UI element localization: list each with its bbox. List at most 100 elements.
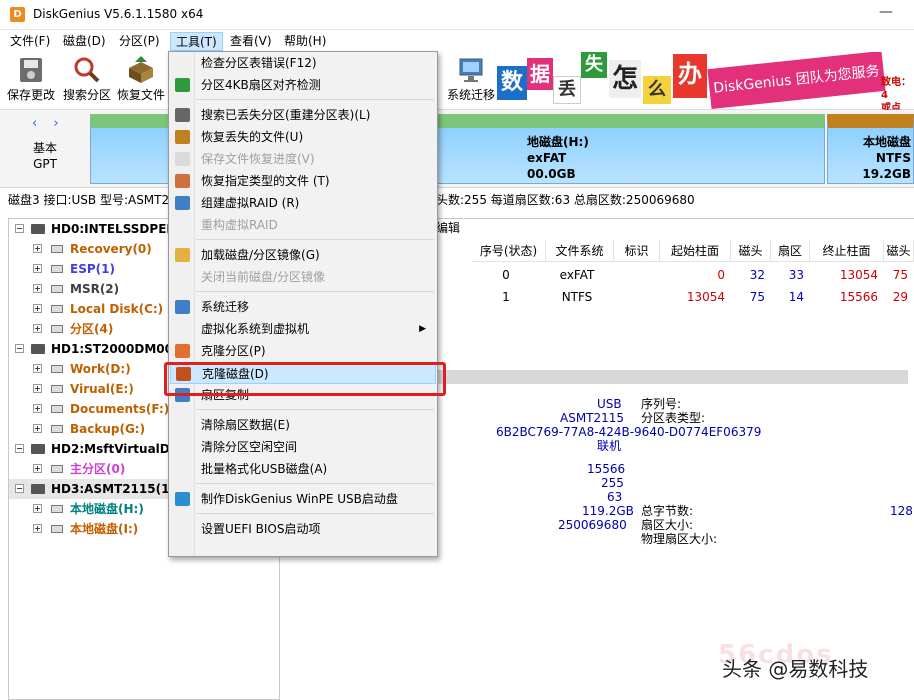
table-column-header[interactable]: 起始柱面 [660, 240, 731, 262]
table-cell [614, 286, 654, 308]
partition-name: 地磁盘(H:) [527, 135, 589, 149]
watermark-text: 头条 @易数科技 [722, 657, 869, 681]
menu-item: 关闭当前磁盘/分区镜像 [170, 266, 436, 288]
save-changes-button[interactable]: 保存更改 [2, 56, 60, 106]
menu-tools[interactable]: 工具(T) [170, 32, 223, 51]
menu-item[interactable]: 系统迁移 [170, 296, 436, 318]
partition-icon [51, 425, 63, 433]
table-column-header[interactable]: 磁头 [884, 240, 914, 262]
menu-disk[interactable]: 磁盘(D) [58, 32, 111, 51]
menu-help[interactable]: 帮助(H) [279, 32, 331, 51]
minimize-button[interactable]: — [876, 4, 896, 24]
expand-icon[interactable]: + [33, 364, 42, 373]
search-partition-button[interactable]: 搜索分区 [58, 56, 116, 106]
expand-icon[interactable]: + [33, 264, 42, 273]
detail-serial-label: 序列号: [641, 397, 682, 411]
panel-divider [436, 370, 908, 384]
menu-item-label: 克隆分区(P) [201, 344, 266, 358]
menu-item[interactable]: 批量格式化USB磁盘(A) [170, 458, 436, 480]
table-cell: NTFS [561, 290, 593, 304]
collapse-icon[interactable]: − [15, 224, 24, 233]
disk-nav-arrows[interactable]: ‹ › [32, 116, 65, 131]
banner-tile: 怎 [609, 60, 641, 98]
expand-icon[interactable]: + [33, 524, 42, 533]
submenu-arrow-icon: ▶ [419, 324, 426, 334]
promo-banner[interactable]: 数 据 丢 失 怎 么 办 DiskGenius 团队为您服务 致电：4 或点 [497, 52, 914, 110]
disk-type-line: 基本 [32, 141, 57, 155]
partition-icon [51, 285, 63, 293]
partition-fs: exFAT [527, 151, 567, 165]
menu-item[interactable]: 克隆分区(P) [170, 340, 436, 362]
tab-edit[interactable]: 编辑 [436, 218, 460, 238]
filetype-icon [175, 174, 190, 188]
tree-item-label: HD0:INTELSSDPEKK [51, 222, 185, 236]
menu-item[interactable]: 制作DiskGenius WinPE USB启动盘 [170, 488, 436, 510]
menu-item[interactable]: 恢复丢失的文件(U) [170, 126, 436, 148]
partition-icon [51, 365, 63, 373]
expand-icon[interactable]: + [33, 284, 42, 293]
save-icon [175, 152, 190, 166]
menu-item[interactable]: 恢复指定类型的文件 (T) [170, 170, 436, 192]
partition-icon [51, 265, 63, 273]
partition-block-i[interactable]: 本地磁盘 NTFS 19.2GB [827, 114, 914, 184]
detail-guid: 6B2BC769-77A8-424B-9640-D0774EF06379 [496, 425, 762, 439]
tree-item-label: 主分区(0) [70, 462, 126, 476]
partition-fs: NTFS [875, 151, 911, 165]
table-column-header[interactable]: 序号(状态) [472, 240, 546, 262]
detail-sectors: 63 [607, 490, 623, 504]
table-column-header[interactable]: 磁头 [731, 240, 771, 262]
collapse-icon[interactable]: − [15, 444, 24, 453]
menu-item[interactable]: 清除分区空闲空间 [170, 436, 436, 458]
menu-file[interactable]: 文件(F) [5, 32, 55, 51]
hard-disk-icon [31, 224, 45, 234]
menu-item[interactable]: 清除扇区数据(E) [170, 414, 436, 436]
banner-slogan: DiskGenius 团队为您服务 [707, 52, 886, 110]
magnifier-icon [74, 57, 100, 83]
tree-item-label: MSR(2) [70, 282, 120, 296]
menu-separator [196, 291, 434, 292]
table-column-header[interactable]: 标识 [614, 240, 660, 262]
expand-icon[interactable]: + [33, 424, 42, 433]
menu-item[interactable]: 加载磁盘/分区镜像(G) [170, 244, 436, 266]
save-changes-label: 保存更改 [6, 88, 55, 102]
hard-disk-icon [31, 484, 45, 494]
menu-item[interactable]: 设置UEFI BIOS启动项 [170, 518, 436, 540]
detail-bytes-label: 总字节数: [641, 504, 694, 518]
recover-files-button[interactable]: 恢复文件 [112, 56, 170, 106]
menu-item[interactable]: 虚拟化系统到虚拟机 ▶ [170, 318, 436, 340]
expand-icon[interactable]: + [33, 404, 42, 413]
expand-icon[interactable]: + [33, 324, 42, 333]
menu-item-label: 加载磁盘/分区镜像(G) [201, 248, 320, 262]
expand-icon[interactable]: + [33, 244, 42, 253]
menu-item[interactable]: 检查分区表错误(F12) [170, 52, 436, 74]
menu-item[interactable]: 搜索已丢失分区(重建分区表)(L) [170, 104, 436, 126]
system-migrate-button[interactable]: 系统迁移 [442, 56, 500, 106]
expand-icon[interactable]: + [33, 304, 42, 313]
tree-item-label: ESP(1) [70, 262, 115, 276]
detail-model: ASMT2115 [560, 411, 625, 425]
menu-partition[interactable]: 分区(P) [114, 32, 165, 51]
expand-icon[interactable]: + [33, 504, 42, 513]
menu-item-label: 虚拟化系统到虚拟机 [201, 322, 310, 336]
raid-icon [175, 196, 190, 210]
table-column-header[interactable]: 终止柱面 [810, 240, 884, 262]
table-cell: 33 [788, 268, 804, 282]
menu-item[interactable]: 分区4KB扇区对齐检测 [170, 74, 436, 96]
partition-icon [51, 505, 63, 513]
menu-item-label: 搜索已丢失分区(重建分区表)(L) [201, 108, 371, 122]
menu-item[interactable]: 组建虚拟RAID (R) [170, 192, 436, 214]
menu-item-label: 制作DiskGenius WinPE USB启动盘 [201, 492, 398, 506]
collapse-icon[interactable]: − [15, 484, 24, 493]
tree-item-label: HD1:ST2000DM008 [51, 342, 182, 356]
collapse-icon[interactable]: − [15, 344, 24, 353]
expand-icon[interactable]: + [33, 464, 42, 473]
menu-item-label: 关闭当前磁盘/分区镜像 [201, 270, 326, 284]
menu-view[interactable]: 查看(V) [225, 32, 277, 51]
expand-icon[interactable]: + [33, 384, 42, 393]
table-cell: 14 [788, 290, 804, 304]
banner-contact-line: 或点 [881, 103, 901, 110]
table-cell: 15566 [839, 290, 878, 304]
table-column-header[interactable]: 文件系统 [546, 240, 614, 262]
table-cell: 29 [892, 290, 908, 304]
table-column-header[interactable]: 扇区 [771, 240, 810, 262]
